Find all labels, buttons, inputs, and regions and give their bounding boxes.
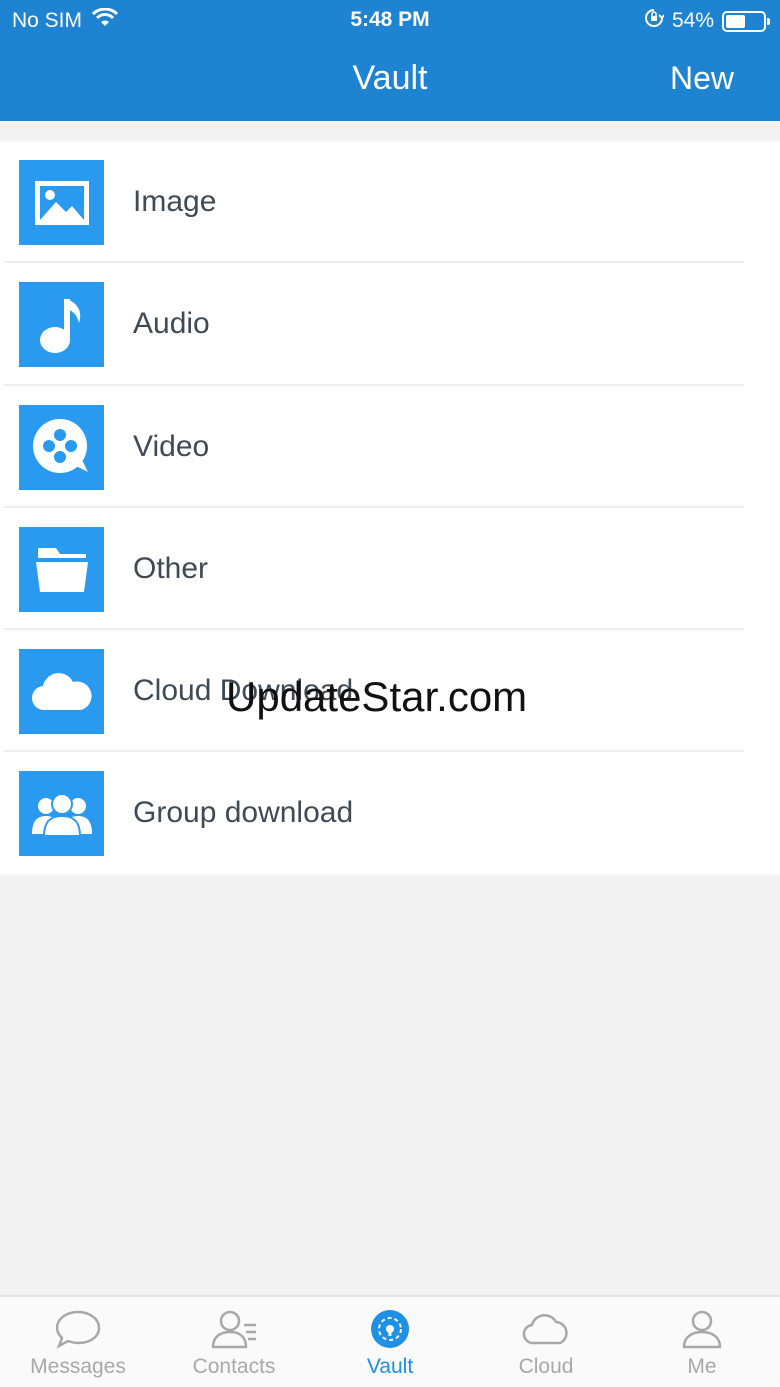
list-item-cloud-download[interactable]: Cloud Download xyxy=(0,630,780,753)
list-item-label: Cloud Download xyxy=(133,674,354,708)
list-item-label: Image xyxy=(133,185,217,218)
status-right: 54% xyxy=(644,8,770,34)
film-reel-icon xyxy=(19,404,104,490)
list-item-label: Other xyxy=(133,551,209,585)
vault-icon xyxy=(370,1309,410,1349)
tab-vault[interactable]: Vault xyxy=(312,1297,468,1387)
chat-bubble-icon xyxy=(54,1309,102,1349)
tab-label: Cloud xyxy=(518,1355,574,1378)
contacts-icon xyxy=(210,1309,258,1349)
header: No SIM 5:48 PM 54% Vault New xyxy=(0,0,780,121)
battery-percent: 54% xyxy=(671,9,714,32)
status-bar: No SIM 5:48 PM 54% xyxy=(0,0,780,40)
battery-level xyxy=(726,14,746,28)
tab-cloud[interactable]: Cloud xyxy=(468,1297,624,1387)
list-item-audio[interactable]: Audio xyxy=(0,263,780,386)
list-item-group-download[interactable]: Group download xyxy=(0,752,780,874)
list-item-other[interactable]: Other xyxy=(0,508,780,631)
tab-label: Messages xyxy=(30,1355,126,1378)
folder-icon xyxy=(19,526,104,612)
new-button[interactable]: New xyxy=(670,58,734,98)
person-icon xyxy=(680,1309,724,1349)
vault-category-list: Image Audio Video Other Cloud Download G… xyxy=(0,141,780,875)
music-note-icon xyxy=(19,282,104,368)
tab-bar: Messages Contacts Vault Cloud Me xyxy=(0,1295,780,1387)
list-item-image[interactable]: Image xyxy=(0,141,780,264)
image-icon xyxy=(19,160,104,245)
list-item-label: Video xyxy=(133,429,210,463)
tab-contacts[interactable]: Contacts xyxy=(156,1297,312,1387)
tab-me[interactable]: Me xyxy=(624,1297,780,1387)
orientation-lock-icon xyxy=(644,8,665,34)
page-title: Vault xyxy=(352,59,428,97)
list-item-label: Audio xyxy=(133,307,210,341)
list-item-label: Group download xyxy=(133,796,354,830)
tab-label: Vault xyxy=(366,1355,414,1378)
tab-messages[interactable]: Messages xyxy=(0,1297,156,1387)
battery-icon xyxy=(722,10,770,32)
cloud-icon xyxy=(19,649,104,735)
tab-label: Me xyxy=(687,1355,717,1378)
cloud-outline-icon xyxy=(522,1309,570,1349)
list-item-video[interactable]: Video xyxy=(0,386,780,508)
tab-label: Contacts xyxy=(192,1355,276,1378)
group-icon xyxy=(19,771,104,857)
